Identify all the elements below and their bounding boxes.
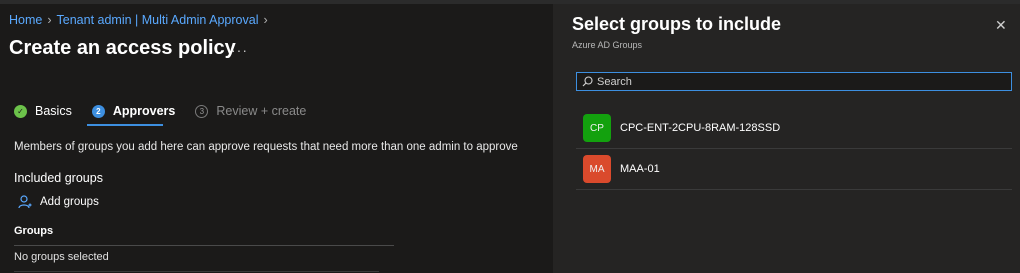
- group-avatar: CP: [583, 114, 611, 142]
- empty-groups-message: No groups selected: [14, 251, 379, 272]
- groups-column-header: Groups: [14, 225, 394, 246]
- close-icon[interactable]: ✕: [995, 17, 1007, 34]
- wizard-steps: ✓ Basics 2 Approvers 3 Review + create: [14, 104, 326, 118]
- panel-subtitle: Azure AD Groups: [572, 40, 643, 50]
- tab-basics[interactable]: ✓ Basics: [14, 104, 72, 118]
- search-icon: [582, 76, 593, 87]
- tab-review-create[interactable]: 3 Review + create: [195, 104, 306, 118]
- search-box[interactable]: [576, 72, 1012, 91]
- group-list: CP CPC-ENT-2CPU-8RAM-128SSD MA MAA-01: [576, 108, 1012, 190]
- breadcrumb-home[interactable]: Home: [9, 13, 42, 27]
- step-number-icon: 2: [91, 104, 105, 118]
- list-item[interactable]: MA MAA-01: [576, 149, 1012, 190]
- breadcrumb-tenant-admin[interactable]: Tenant admin | Multi Admin Approval: [57, 13, 259, 27]
- chevron-right-icon: ›: [47, 13, 52, 27]
- add-groups-label: Add groups: [40, 196, 99, 208]
- more-options-icon[interactable]: ···: [231, 42, 248, 58]
- chevron-right-icon: ›: [263, 13, 268, 27]
- active-tab-indicator: [87, 124, 163, 126]
- search-input[interactable]: [597, 75, 997, 88]
- page-title: Create an access policy: [9, 37, 236, 59]
- group-avatar: MA: [583, 155, 611, 183]
- breadcrumb: Home › Tenant admin | Multi Admin Approval…: [9, 13, 273, 27]
- step-label: Review + create: [216, 104, 307, 118]
- select-groups-panel: Select groups to include Azure AD Groups…: [553, 4, 1020, 273]
- add-groups-button[interactable]: Add groups: [18, 195, 99, 209]
- step-label: Approvers: [112, 104, 176, 118]
- panel-title: Select groups to include: [572, 14, 782, 34]
- step-description: Members of groups you add here can appro…: [14, 141, 518, 153]
- wizard-panel: Home › Tenant admin | Multi Admin Approval…: [0, 4, 552, 273]
- step-label: Basics: [35, 104, 72, 118]
- group-name: CPC-ENT-2CPU-8RAM-128SSD: [620, 122, 781, 134]
- list-item[interactable]: CP CPC-ENT-2CPU-8RAM-128SSD: [576, 108, 1012, 149]
- add-user-icon: [18, 195, 32, 209]
- checkmark-icon: ✓: [14, 104, 27, 118]
- included-groups-label: Included groups: [14, 171, 103, 185]
- group-name: MAA-01: [620, 163, 660, 175]
- tab-approvers[interactable]: 2 Approvers: [91, 104, 176, 118]
- step-number-icon: 3: [195, 104, 209, 118]
